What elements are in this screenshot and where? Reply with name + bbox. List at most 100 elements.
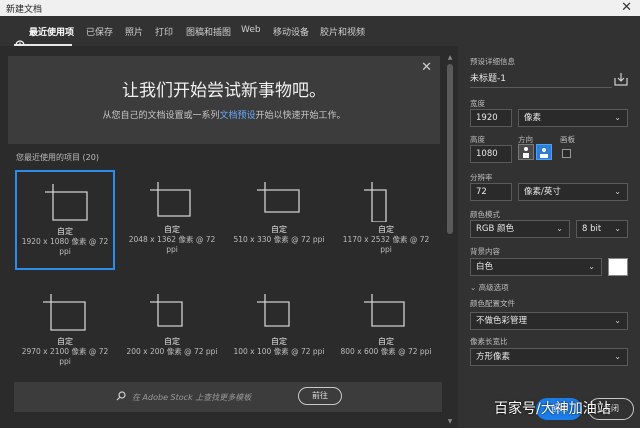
- welcome-heading: 让我们开始尝试新事物吧。: [122, 81, 326, 101]
- chevron-down-icon: ⌄: [588, 262, 595, 271]
- chevron-down-icon: ⌄: [614, 113, 621, 122]
- width-unit-value: 像素: [524, 113, 542, 123]
- artboard-checkbox[interactable]: [562, 149, 571, 158]
- window-close-icon[interactable]: ✕: [621, 0, 632, 15]
- tab-web[interactable]: Web: [241, 25, 261, 35]
- width-label: 宽度: [470, 99, 485, 108]
- chevron-down-icon: ⌄: [556, 224, 563, 233]
- preset-details-header: 预设详细信息: [470, 57, 515, 66]
- preset-card[interactable]: 自定 1920 x 1080 像素 @ 72 ppi: [15, 170, 115, 270]
- color-mode-value: RGB 颜色: [476, 224, 515, 234]
- preset-name: 自定: [57, 227, 73, 236]
- preset-name: 自定: [271, 337, 287, 346]
- pixel-ratio-dropdown[interactable]: 方形像素 ⌄: [470, 348, 628, 366]
- width-input[interactable]: 1920: [470, 109, 512, 127]
- background-dropdown[interactable]: 白色 ⌄: [470, 258, 602, 276]
- chevron-down-icon: ⌄: [614, 187, 621, 196]
- height-input[interactable]: 1080: [470, 145, 512, 163]
- preset-card[interactable]: 自定 100 x 100 像素 @ 72 ppi: [229, 282, 329, 382]
- resolution-unit-dropdown[interactable]: 像素/英寸 ⌄: [518, 183, 628, 201]
- search-icon: [116, 391, 126, 401]
- chevron-down-icon: ⌄: [470, 283, 479, 292]
- scroll-thumb[interactable]: [447, 64, 453, 234]
- tab-mobile[interactable]: 移动设备: [273, 25, 309, 38]
- advanced-options-toggle[interactable]: ⌄ 高级选项: [470, 282, 509, 293]
- stock-go-button[interactable]: 前往: [298, 387, 342, 405]
- welcome-banner: 让我们开始尝试新事物吧。 从您自己的文档设置或一系列文档预设开始以快速开始工作。…: [8, 56, 440, 144]
- landscape-person-icon: [540, 148, 548, 158]
- bit-depth-value: 8 bit: [582, 224, 602, 234]
- preset-dimensions: 2970 x 2100 像素 @ 72 ppi: [21, 347, 109, 366]
- preset-card[interactable]: 自定 800 x 600 像素 @ 72 ppi: [336, 282, 436, 382]
- tab-photo[interactable]: 照片: [125, 25, 143, 38]
- recent-items-label: 您最近使用的项目 (20): [16, 153, 99, 162]
- preset-dimensions: 1170 x 2532 像素 @ 72 ppi: [342, 235, 430, 254]
- preset-dimensions: 800 x 600 像素 @ 72 ppi: [340, 347, 432, 356]
- preset-name: 自定: [164, 225, 180, 234]
- bit-depth-dropdown[interactable]: 8 bit ⌄: [576, 220, 628, 238]
- preset-name: 自定: [271, 225, 287, 234]
- color-profile-dropdown[interactable]: 不做色彩管理 ⌄: [470, 312, 628, 330]
- tab-recent[interactable]: 最近使用项: [29, 25, 74, 38]
- resolution-label: 分辨率: [470, 173, 493, 182]
- preset-name: 自定: [164, 337, 180, 346]
- resolution-unit-value: 像素/英寸: [524, 187, 561, 197]
- background-value: 白色: [476, 262, 494, 272]
- scroll-down-arrow-icon[interactable]: ▼: [446, 418, 454, 426]
- document-preset-icon: [257, 182, 300, 213]
- preset-dimensions: 2048 x 1362 像素 @ 72 ppi: [128, 235, 216, 254]
- preset-dimensions: 100 x 100 像素 @ 72 ppi: [233, 347, 325, 356]
- preset-card[interactable]: 自定 2970 x 2100 像素 @ 72 ppi: [15, 282, 115, 382]
- scroll-up-arrow-icon[interactable]: ▲: [446, 54, 454, 62]
- preset-name: 自定: [378, 225, 394, 234]
- window-title: 新建文档: [6, 5, 43, 15]
- landscape-orientation-button[interactable]: [536, 144, 552, 160]
- portrait-person-icon: [523, 147, 529, 158]
- artboard-label: 画板: [560, 135, 575, 144]
- background-color-swatch[interactable]: [608, 258, 628, 276]
- preset-dimensions: 510 x 330 像素 @ 72 ppi: [233, 235, 325, 244]
- document-preset-icon: [150, 182, 191, 217]
- preset-tabs: 最近使用项 已保存 照片 打印 图稿和插图 Web 移动设备 胶片和视频: [0, 16, 640, 50]
- preset-details-panel: 预设详细信息 未标题-1 宽度 1920 像素 ⌄ 高度 方向 画板 1080 …: [458, 46, 640, 428]
- chevron-down-icon: ⌄: [614, 316, 621, 325]
- welcome-sub-after: 开始以快速开始工作。: [255, 111, 346, 121]
- chevron-down-icon: ⌄: [614, 224, 621, 233]
- document-presets-link[interactable]: 文档预设: [219, 111, 255, 121]
- presets-scrollbar[interactable]: ▲ ▼: [446, 54, 454, 426]
- welcome-sub-before: 从您自己的文档设置或一系列: [102, 111, 220, 121]
- document-title-field[interactable]: 未标题-1: [470, 70, 612, 88]
- width-unit-dropdown[interactable]: 像素 ⌄: [518, 109, 628, 127]
- welcome-close-icon[interactable]: ✕: [421, 60, 432, 75]
- color-mode-dropdown[interactable]: RGB 颜色 ⌄: [470, 220, 570, 238]
- stock-search-input[interactable]: [132, 389, 292, 405]
- document-preset-icon: [364, 182, 387, 222]
- color-profile-value: 不做色彩管理: [476, 316, 528, 326]
- preset-card[interactable]: 自定 200 x 200 像素 @ 72 ppi: [122, 282, 222, 382]
- document-preset-icon: [45, 184, 88, 221]
- portrait-orientation-button[interactable]: [518, 144, 534, 160]
- preset-dimensions: 1920 x 1080 像素 @ 72 ppi: [21, 237, 109, 256]
- adobe-stock-search-bar: 前往: [14, 382, 442, 412]
- preset-card[interactable]: 自定 2048 x 1362 像素 @ 72 ppi: [122, 170, 222, 270]
- preset-name: 自定: [378, 337, 394, 346]
- presets-panel: 让我们开始尝试新事物吧。 从您自己的文档设置或一系列文档预设开始以快速开始工作。…: [0, 46, 458, 428]
- document-preset-icon: [43, 294, 86, 331]
- watermark-text: 百家号/大神加油站: [494, 401, 611, 417]
- document-preset-icon: [150, 294, 183, 327]
- tab-art-illustration[interactable]: 图稿和插图: [186, 25, 231, 38]
- background-label: 背景内容: [470, 247, 500, 256]
- color-mode-label: 颜色模式: [470, 210, 500, 219]
- tab-print[interactable]: 打印: [155, 25, 173, 38]
- window-titlebar: 新建文档 ✕: [0, 0, 640, 16]
- tab-film-video[interactable]: 胶片和视频: [320, 25, 365, 38]
- tab-saved[interactable]: 已保存: [86, 25, 113, 38]
- save-preset-icon[interactable]: [614, 72, 628, 86]
- document-preset-icon: [364, 294, 405, 327]
- preset-card[interactable]: 自定 1170 x 2532 像素 @ 72 ppi: [336, 170, 436, 270]
- preset-card[interactable]: 自定 510 x 330 像素 @ 72 ppi: [229, 170, 329, 270]
- chevron-down-icon: ⌄: [614, 352, 621, 361]
- welcome-subtext: 从您自己的文档设置或一系列文档预设开始以快速开始工作。: [8, 108, 440, 121]
- pixel-ratio-label: 像素长宽比: [470, 337, 508, 346]
- resolution-input[interactable]: 72: [470, 183, 512, 201]
